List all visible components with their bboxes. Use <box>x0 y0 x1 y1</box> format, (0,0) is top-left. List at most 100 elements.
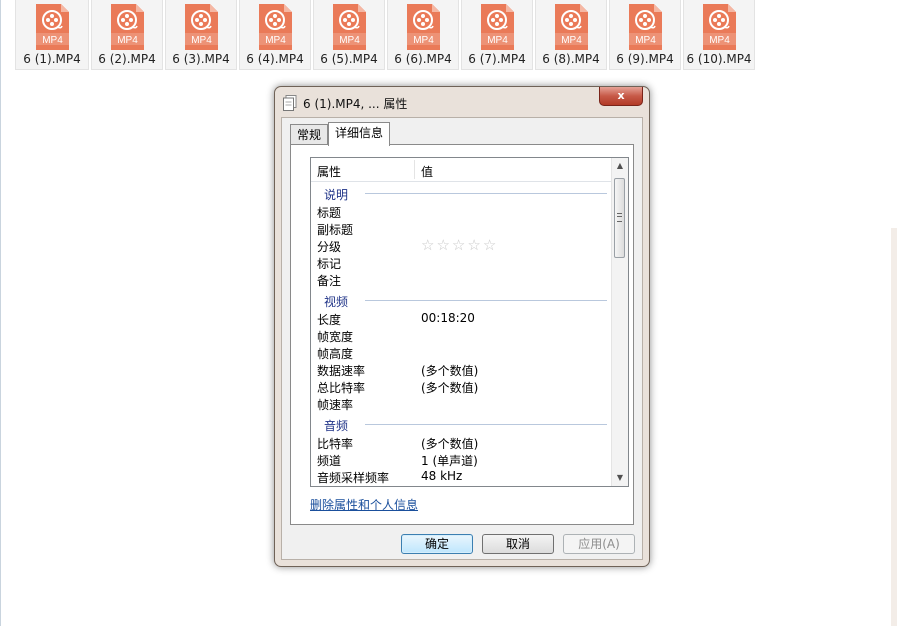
property-name: 长度 <box>317 313 342 327</box>
file-item[interactable]: MP4 6 (3).MP4 <box>165 0 237 70</box>
property-row[interactable]: 标记 <box>311 254 611 271</box>
close-button[interactable]: x <box>599 87 643 106</box>
property-name: 帧速率 <box>317 398 354 412</box>
file-item[interactable]: MP4 6 (7).MP4 <box>461 0 533 70</box>
property-row[interactable]: 音频采样频率 48 kHz <box>311 468 611 485</box>
property-name: 总比特率 <box>317 381 366 395</box>
dialog-client: 常规 详细信息 属性 值 说明标题副标题 分级 ☆ ☆ ☆ ☆ ☆ 标记备注视频长度 00:18… <box>281 117 643 560</box>
document-stack-icon <box>283 95 297 111</box>
video-file-icon: MP4 <box>327 3 371 51</box>
rating-stars[interactable]: ☆ ☆ ☆ ☆ ☆ <box>421 237 496 253</box>
cancel-button[interactable]: 取消 <box>482 534 554 554</box>
column-divider[interactable] <box>414 160 415 179</box>
file-list: MP4 6 (1).MP4 MP4 6 (2).MP4 MP4 6 (3).MP4 MP4 6… <box>15 0 755 72</box>
property-name: 帧宽度 <box>317 330 354 344</box>
file-item[interactable]: MP4 6 (6).MP4 <box>387 0 459 70</box>
property-row[interactable]: 分级 ☆ ☆ ☆ ☆ ☆ <box>311 237 611 254</box>
tab-general[interactable]: 常规 <box>290 124 329 145</box>
file-extension-label: MP4 <box>561 35 582 46</box>
list-header: 属性 值 <box>311 158 611 182</box>
properties-dialog: 6 (1).MP4, ... 属性 x 常规 详细信息 属性 值 说明标题副标题… <box>274 86 650 567</box>
property-name: 音频采样频率 <box>317 471 390 485</box>
property-value: (多个数值) <box>421 364 479 378</box>
star-icon[interactable]: ☆ <box>467 237 480 253</box>
ok-button[interactable]: 确定 <box>401 534 473 554</box>
star-icon[interactable]: ☆ <box>452 237 465 253</box>
property-name: 频道 <box>317 454 342 468</box>
file-item[interactable]: MP4 6 (8).MP4 <box>535 0 607 70</box>
file-name-label: 6 (2).MP4 <box>98 52 156 66</box>
property-name: 备注 <box>317 274 342 288</box>
file-name-label: 6 (8).MP4 <box>542 52 600 66</box>
video-file-icon: MP4 <box>179 3 223 51</box>
file-extension-label: MP4 <box>487 35 508 46</box>
property-row[interactable]: 帧速率 <box>311 395 611 412</box>
group-label: 视频 <box>324 295 349 309</box>
file-name-label: 6 (1).MP4 <box>23 52 81 66</box>
video-file-icon: MP4 <box>253 3 297 51</box>
group-header: 视频 <box>311 288 611 310</box>
column-header-property[interactable]: 属性 <box>317 163 341 180</box>
star-icon[interactable]: ☆ <box>421 237 434 253</box>
file-item[interactable]: MP4 6 (9).MP4 <box>609 0 681 70</box>
property-name: 数据速率 <box>317 364 366 378</box>
remove-properties-link[interactable]: 删除属性和个人信息 <box>310 496 418 513</box>
star-icon[interactable]: ☆ <box>483 237 496 253</box>
column-header-value[interactable]: 值 <box>421 163 433 180</box>
property-row[interactable]: 比特率 (多个数值) <box>311 434 611 451</box>
file-extension-label: MP4 <box>42 35 63 46</box>
group-header: 说明 <box>311 181 611 203</box>
title-bar[interactable]: 6 (1).MP4, ... 属性 x <box>275 87 649 117</box>
property-row[interactable]: 标题 <box>311 203 611 220</box>
scrollbar-thumb[interactable] <box>614 178 625 258</box>
property-row[interactable]: 长度 00:18:20 <box>311 310 611 327</box>
apply-button[interactable]: 应用(A) <box>563 534 635 554</box>
property-row[interactable]: 数据速率 (多个数值) <box>311 361 611 378</box>
property-row[interactable]: 频道 1 (单声道) <box>311 451 611 468</box>
file-item[interactable]: MP4 6 (5).MP4 <box>313 0 385 70</box>
property-name: 副标题 <box>317 223 354 237</box>
tab-strip: 常规 详细信息 <box>290 122 391 146</box>
dialog-title: 6 (1).MP4, ... 属性 <box>303 97 408 111</box>
file-extension-label: MP4 <box>635 35 656 46</box>
property-value: 00:18:20 <box>421 311 475 325</box>
group-divider <box>365 300 607 301</box>
file-name-label: 6 (5).MP4 <box>320 52 378 66</box>
file-item[interactable]: MP4 6 (2).MP4 <box>91 0 163 70</box>
file-extension-label: MP4 <box>117 35 138 46</box>
group-divider <box>365 424 607 425</box>
file-item[interactable]: MP4 6 (1).MP4 <box>15 0 89 70</box>
star-icon[interactable]: ☆ <box>436 237 449 253</box>
property-list[interactable]: 属性 值 说明标题副标题 分级 ☆ ☆ ☆ ☆ ☆ 标记备注视频长度 00:18:20 帧宽度 帧高… <box>310 157 629 487</box>
desktop-background <box>891 228 897 626</box>
property-row[interactable]: 帧高度 <box>311 344 611 361</box>
property-name: 比特率 <box>317 437 354 451</box>
file-name-label: 6 (4).MP4 <box>246 52 304 66</box>
tab-details[interactable]: 详细信息 <box>328 122 391 146</box>
property-row[interactable]: 帧宽度 <box>311 327 611 344</box>
scroll-down-arrow-icon[interactable]: ▼ <box>612 470 628 486</box>
video-file-icon: MP4 <box>401 3 445 51</box>
vertical-scrollbar[interactable]: ▲ ▼ <box>611 158 628 486</box>
file-name-label: 6 (9).MP4 <box>616 52 674 66</box>
property-name: 标题 <box>317 206 342 220</box>
close-icon: x <box>617 89 625 102</box>
property-row[interactable]: 总比特率 (多个数值) <box>311 378 611 395</box>
property-rows: 说明 标题 副标题 分级 ☆ ☆ ☆ ☆ ☆ 标记 备注 视频 长度 00:18:20 帧宽度 帧高度 数据速率… <box>311 181 611 485</box>
group-label: 说明 <box>324 188 349 202</box>
property-value: (多个数值) <box>421 437 479 451</box>
property-row[interactable]: 副标题 <box>311 220 611 237</box>
file-extension-label: MP4 <box>709 35 730 46</box>
file-item[interactable]: MP4 6 (10).MP4 <box>683 0 755 70</box>
video-file-icon: MP4 <box>475 3 519 51</box>
scroll-up-arrow-icon[interactable]: ▲ <box>612 158 628 174</box>
desktop-edge <box>0 0 1 626</box>
file-item[interactable]: MP4 6 (4).MP4 <box>239 0 311 70</box>
property-row[interactable]: 备注 <box>311 271 611 288</box>
property-value: (多个数值) <box>421 381 479 395</box>
file-name-label: 6 (10).MP4 <box>686 52 752 66</box>
group-header: 音频 <box>311 412 611 434</box>
video-file-icon: MP4 <box>697 3 741 51</box>
property-name: 标记 <box>317 257 342 271</box>
video-file-icon: MP4 <box>105 3 149 51</box>
